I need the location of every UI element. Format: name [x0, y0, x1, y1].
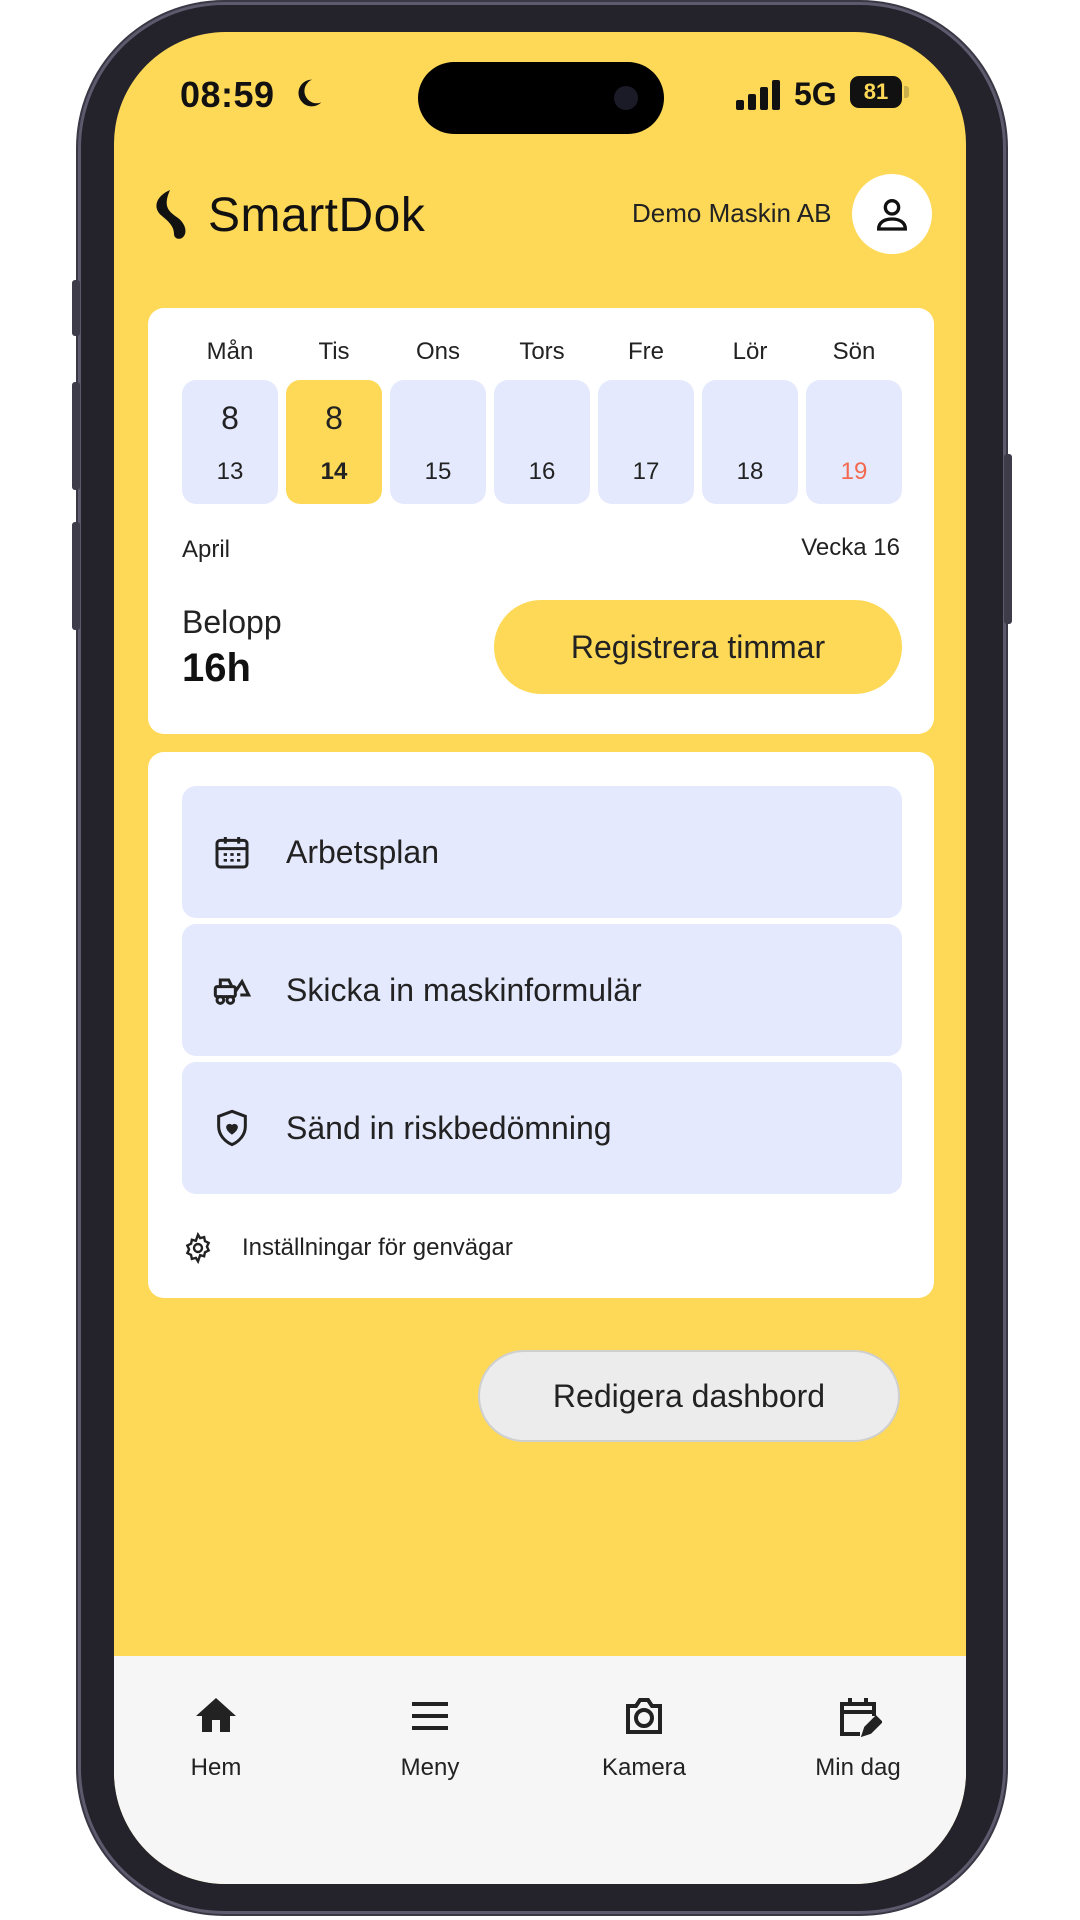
- nav-my-day[interactable]: Min dag: [778, 1692, 938, 1782]
- signal-icon: [736, 80, 780, 110]
- nav-label: Kamera: [601, 1754, 687, 1781]
- day-date: 16: [528, 458, 556, 485]
- volume-up-button: [72, 382, 80, 490]
- nav-label: Meny: [400, 1754, 460, 1781]
- smartdok-logo-icon: [156, 190, 186, 239]
- amount-value: 16h: [182, 646, 251, 690]
- shortcuts-card: Arbetsplan Skicka in maskinformulär Sänd…: [148, 752, 934, 1298]
- bottom-navigation: Hem Meny Kamera Min dag: [114, 1656, 966, 1884]
- register-hours-button[interactable]: Registrera timmar: [494, 600, 902, 694]
- status-time: 08:59: [180, 74, 275, 115]
- moon-icon: [298, 79, 322, 107]
- weekday-name: Mån: [206, 338, 254, 365]
- shortcut-settings-link[interactable]: Inställningar för genvägar: [182, 1232, 513, 1264]
- gear-icon: [185, 1232, 211, 1264]
- month-label: April: [182, 536, 231, 563]
- nav-home[interactable]: Hem: [136, 1692, 296, 1782]
- brand-name: SmartDok: [208, 189, 426, 242]
- network-type: 5G: [794, 76, 837, 112]
- shortcut-label: Arbetsplan: [286, 833, 439, 870]
- volume-down-button: [72, 522, 80, 630]
- day-tile-sat[interactable]: 18: [702, 380, 798, 504]
- action-button: [72, 280, 80, 336]
- shortcut-label: Sänd in riskbedömning: [286, 1109, 612, 1146]
- app-screen: 08:59 5G 81 SmartDok Demo Maskin AB Mån …: [114, 32, 966, 1884]
- camera-icon: [626, 1698, 662, 1734]
- home-icon: [196, 1698, 236, 1732]
- nav-camera[interactable]: Kamera: [564, 1692, 724, 1782]
- day-tile-thu[interactable]: 16: [494, 380, 590, 504]
- day-tile-sun[interactable]: 19: [806, 380, 902, 504]
- calendar-icon: [215, 837, 249, 869]
- shortcut-risk-assessment[interactable]: Sänd in riskbedömning: [182, 1062, 902, 1194]
- day-hours: 8: [221, 400, 239, 436]
- battery-level: 81: [850, 76, 902, 108]
- day-date: 14: [320, 458, 348, 485]
- nav-menu[interactable]: Meny: [350, 1692, 510, 1782]
- day-date: 13: [216, 458, 244, 485]
- weekday-name: Ons: [415, 338, 460, 365]
- weekday-name: Fre: [628, 338, 664, 365]
- machine-icon: [213, 978, 252, 1005]
- shortcut-work-plan[interactable]: Arbetsplan: [182, 786, 902, 918]
- shortcut-settings-label: Inställningar för genvägar: [242, 1234, 513, 1261]
- week-number-label: Vecka 16: [801, 534, 900, 561]
- day-tiles: 8 13 8 14 15 16 17 18 19: [182, 380, 902, 504]
- day-date: 15: [424, 458, 452, 485]
- shortcut-label: Skicka in maskinformulär: [286, 971, 642, 1008]
- day-date: 18: [736, 458, 764, 485]
- dynamic-island: [418, 62, 664, 134]
- menu-icon: [412, 1702, 448, 1730]
- edit-dashboard-button[interactable]: Redigera dashbord: [478, 1350, 900, 1442]
- company-name[interactable]: Demo Maskin AB: [632, 198, 831, 229]
- calendar-edit-icon: [840, 1698, 882, 1738]
- weekday-name: Tis: [318, 338, 350, 365]
- amount-label: Belopp: [182, 604, 282, 640]
- week-overview-card: Mån Tis Ons Tors Fre Lör Sön 8 13 8 14 1…: [148, 308, 934, 734]
- shortcut-machine-form[interactable]: Skicka in maskinformulär: [182, 924, 902, 1056]
- day-tile-mon[interactable]: 8 13: [182, 380, 278, 504]
- shield-heart-icon: [217, 1109, 247, 1147]
- day-tile-fri[interactable]: 17: [598, 380, 694, 504]
- power-button: [1004, 454, 1012, 624]
- day-tile-wed[interactable]: 15: [390, 380, 486, 504]
- nav-label: Min dag: [815, 1754, 901, 1781]
- weekday-header: Mån Tis Ons Tors Fre Lör Sön: [182, 338, 902, 366]
- weekday-name: Lör: [732, 338, 768, 365]
- profile-button[interactable]: [852, 174, 932, 254]
- weekday-name: Sön: [832, 338, 876, 365]
- day-date: 17: [632, 458, 660, 485]
- day-tile-tue-selected[interactable]: 8 14: [286, 380, 382, 504]
- day-hours: 8: [325, 400, 343, 436]
- user-icon: [876, 199, 908, 231]
- nav-label: Hem: [190, 1754, 242, 1781]
- battery-icon: 81: [850, 76, 910, 108]
- weekday-name: Tors: [519, 338, 565, 365]
- front-camera: [614, 86, 638, 110]
- day-date: 19: [840, 458, 868, 485]
